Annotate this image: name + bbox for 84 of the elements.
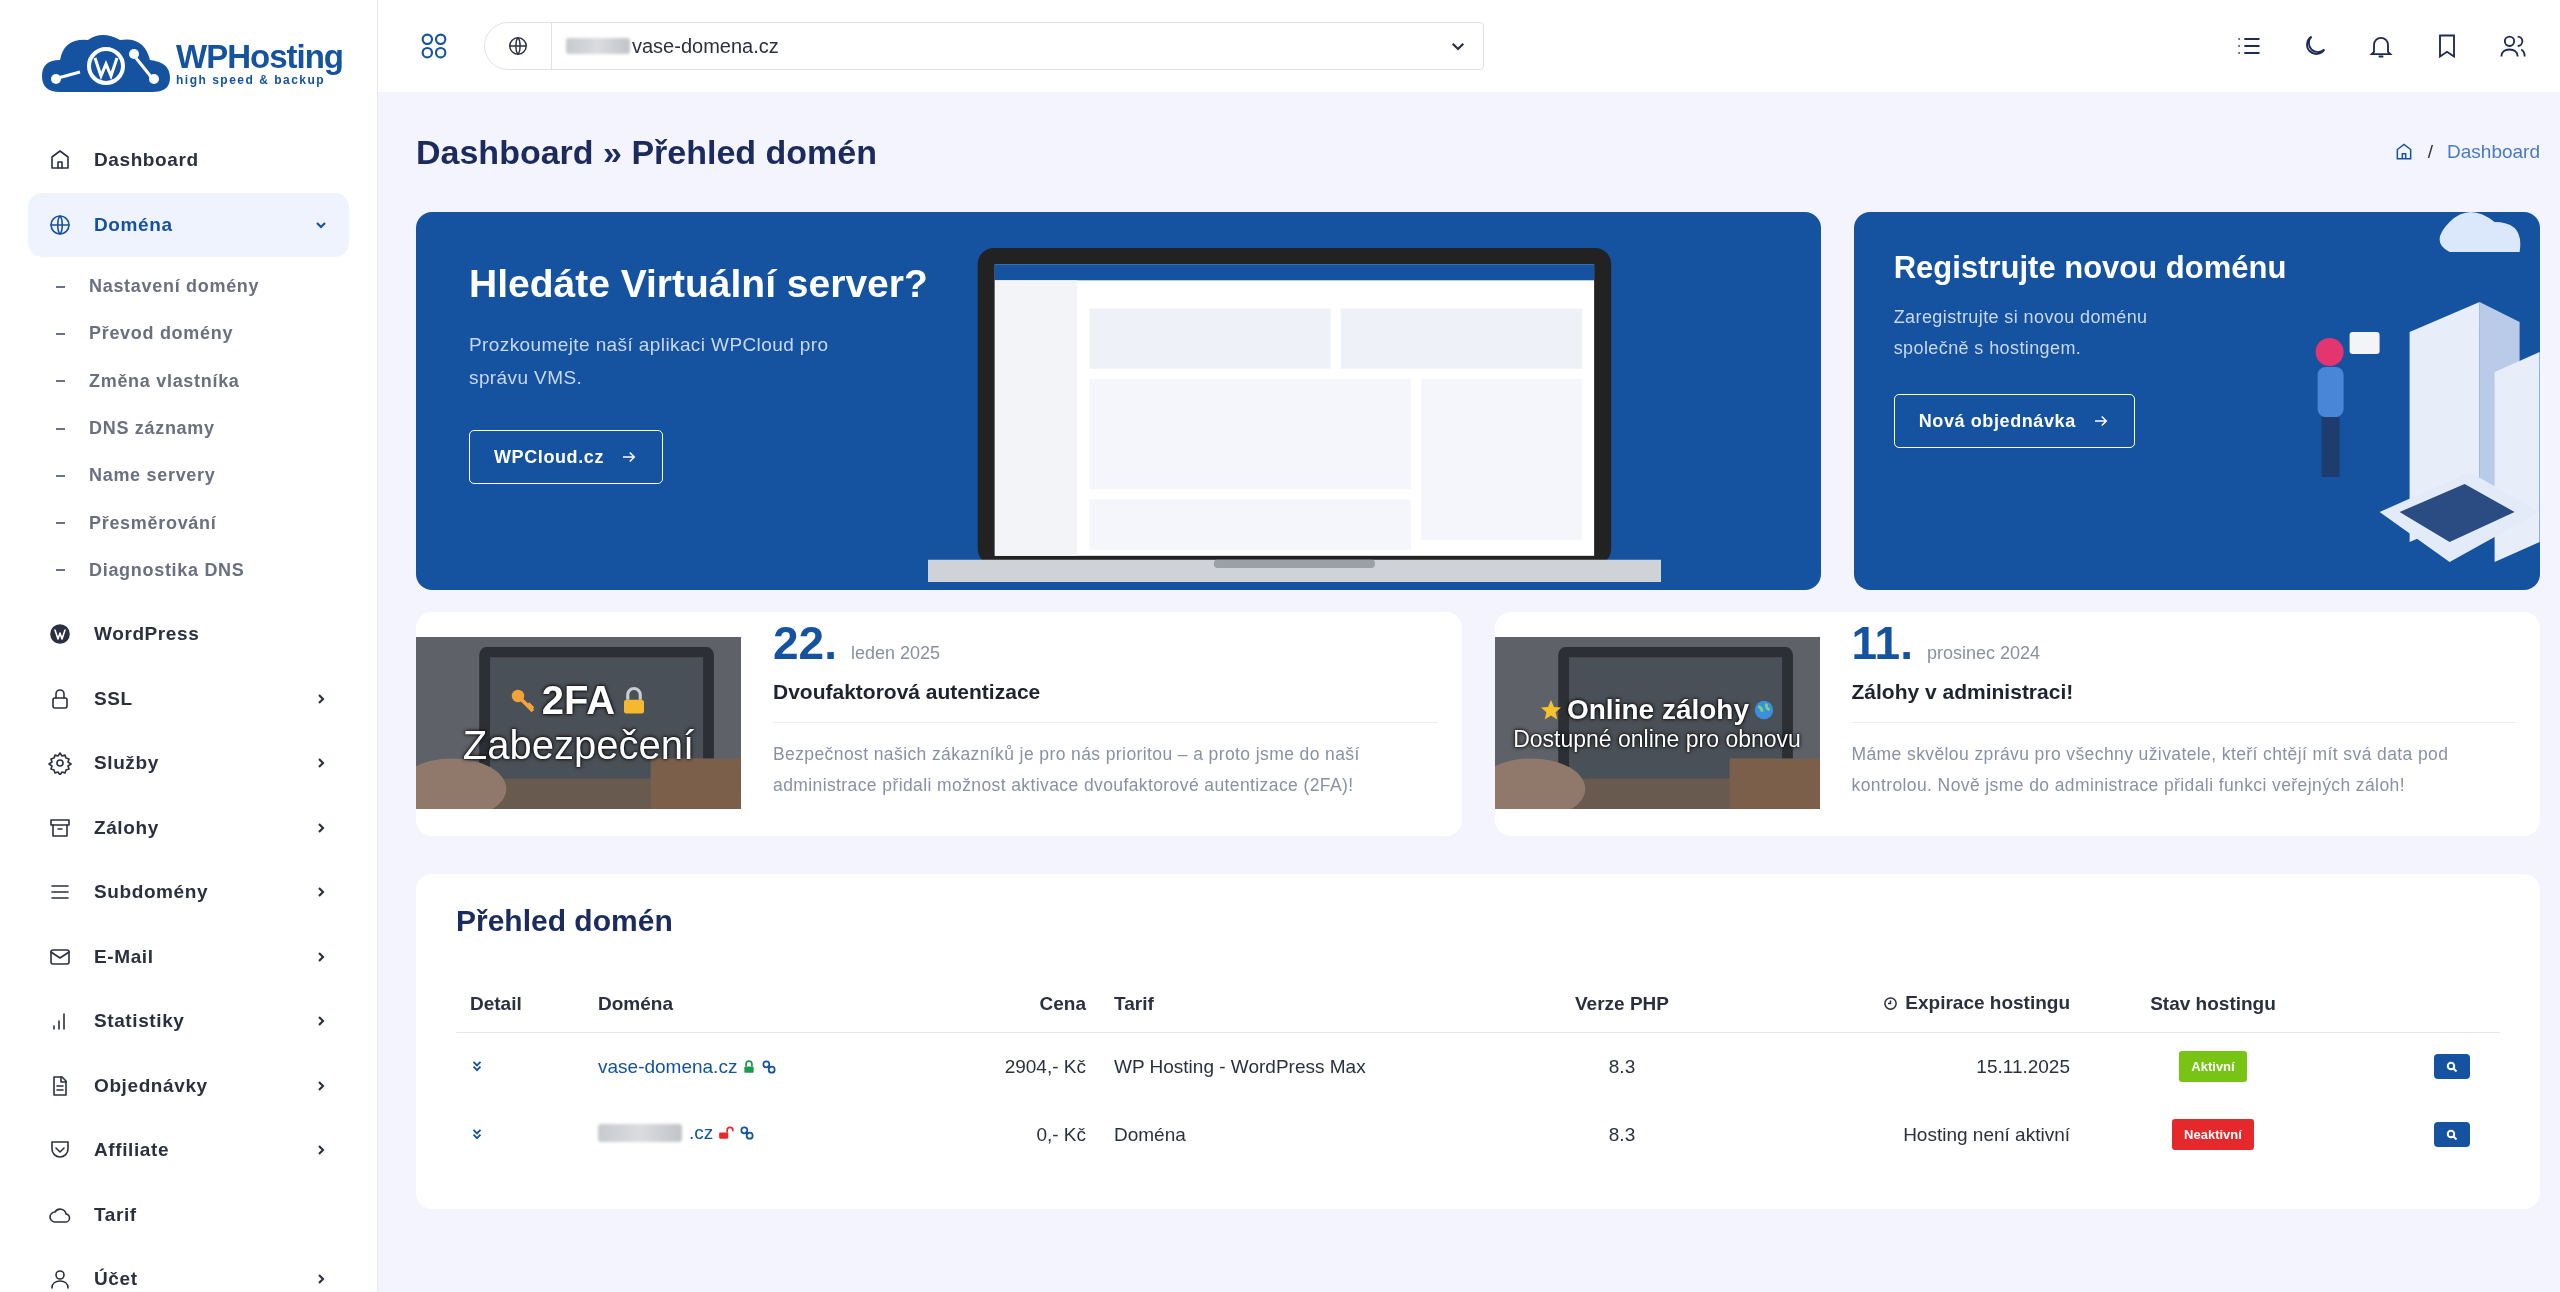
logo-name: WPHosting (176, 39, 343, 73)
gear-icon (48, 751, 72, 776)
sidebar-item[interactable]: Účet (28, 1247, 349, 1292)
news-date: prosinec 2024 (1926, 643, 2040, 664)
search-button[interactable] (2434, 1122, 2470, 1147)
dash-icon (56, 522, 65, 525)
sidebar-item[interactable]: Zálohy (28, 795, 349, 861)
search-icon (2446, 1060, 2458, 1073)
clock-icon (1883, 995, 1899, 1011)
sidebar-item[interactable]: Objednávky (28, 1053, 349, 1119)
submenu-item[interactable]: Změna vlastníka (56, 357, 349, 405)
status-badge: Aktivní (2179, 1051, 2247, 1082)
table-cell: 2904,- Kč (1004, 1055, 1086, 1077)
search-icon (2446, 1128, 2458, 1141)
sidebar-item[interactable]: E-Mail (28, 924, 349, 990)
wordpress-icon (48, 622, 72, 647)
news-text: Máme skvělou zprávu pro všechny uživatele, kteří chtějí mít svá data pod kontrolou. Nově jsme do administrace přidali funkci veřejných záloh! (1851, 743, 2450, 797)
breadcrumb-link[interactable]: Dashboard (2447, 141, 2540, 163)
sidebar-item[interactable]: Dashboard (28, 128, 349, 193)
dash-icon (56, 380, 65, 383)
user-icon (48, 1267, 72, 1292)
news-text: Bezpečnost našich zákazníků je pro nás prioritou – a proto jsme do naší administrace přidali možnost aktivace dvoufaktorové autentizace (2FA)! (773, 743, 1361, 797)
dash-icon (56, 427, 65, 430)
submenu-item[interactable]: Diagnostika DNS (56, 546, 349, 595)
table-cell: Doména (1114, 1123, 1186, 1145)
dash-icon (56, 569, 65, 572)
banner-text: Prozkoumejte naší aplikaci WPCloud pro správu VMS. (469, 333, 830, 390)
banner-title: Registrujte novou doménu (1893, 250, 2287, 286)
search-button[interactable] (2434, 1054, 2470, 1079)
news-day: 11. (1851, 616, 1913, 670)
column-header: Doména (598, 992, 673, 1015)
banner-title: Hledáte Virtuální server? (469, 262, 928, 306)
dash-icon (56, 332, 65, 335)
sidebar-item[interactable]: Služby (28, 731, 349, 796)
column-header: Tarif (1114, 992, 1154, 1015)
sidebar-item[interactable]: WordPress (28, 602, 349, 667)
dash-icon (56, 474, 65, 477)
status-badge: Neaktivní (2172, 1119, 2254, 1150)
sidebar-item[interactable]: Subdomény (28, 860, 349, 925)
sidebar-item[interactable]: Statistiky (28, 989, 349, 1054)
table-cell: 8.3 (1608, 1055, 1636, 1077)
submenu-item[interactable]: Přesměrování (56, 499, 349, 547)
logo-cloud-icon (40, 32, 172, 94)
news-day: 22. (773, 616, 837, 670)
globe-icon (1753, 698, 1775, 721)
sidebar-item[interactable]: Affiliate (28, 1118, 349, 1183)
globe-icon (507, 35, 529, 57)
globe-icon (48, 212, 72, 237)
logo-tagline: high speed & backup (176, 72, 326, 87)
column-header: Cena (1039, 992, 1086, 1015)
image-caption: Online zálohy (1567, 693, 1749, 726)
domain-link[interactable]: .cz (689, 1122, 714, 1144)
column-header: Detail (470, 992, 522, 1015)
table-cell: 8.3 (1608, 1123, 1636, 1145)
column-header: Verze PHP (1575, 992, 1669, 1015)
dash-icon (56, 285, 65, 288)
table-cell: WP Hosting - WordPress Max (1114, 1055, 1366, 1077)
table-cell: 0,- Kč (1036, 1123, 1086, 1145)
image-caption: 2FA (541, 678, 616, 723)
news-title[interactable]: Dvoufaktorová autentizace (773, 670, 1438, 723)
news-date: leden 2025 (850, 643, 941, 664)
column-header: Expirace hostingu (1883, 992, 2070, 1014)
image-caption: Zabezpečení (462, 723, 695, 768)
table-cell: 15.11.2025 (1976, 1055, 2070, 1077)
sidebar-item[interactable]: SSL (28, 666, 349, 732)
new-order-button[interactable]: Nová objednávka (1893, 394, 2135, 448)
sidebar-item[interactable]: Tarif (28, 1182, 349, 1248)
column-header: Stav hostingu (2150, 992, 2276, 1015)
page-title: Dashboard » Přehled domén (416, 132, 877, 172)
sidebar-item[interactable]: Doména (28, 192, 349, 257)
card-title: Přehled domén (456, 904, 674, 938)
wpcloud-button[interactable]: WPCloud.cz (469, 430, 663, 484)
domain-link[interactable]: vase-domena.cz (598, 1055, 738, 1078)
submenu-item[interactable]: DNS záznamy (56, 404, 349, 453)
breadcrumb-separator: / (2427, 141, 2434, 163)
banner-text: Zaregistrujte si novou doménu společně s hostingem. (1893, 306, 2149, 360)
link-icon[interactable] (739, 1125, 756, 1141)
image-caption: Dostupné online pro obnovu (1513, 725, 1801, 753)
link-icon[interactable] (761, 1058, 778, 1075)
news-title[interactable]: Zálohy v administraci! (1851, 670, 2516, 723)
table-cell: Hosting není aktivní (1903, 1123, 2070, 1145)
submenu-item[interactable]: Nastavení domény (56, 263, 349, 311)
submenu-item[interactable]: Převod domény (56, 310, 349, 358)
submenu-item[interactable]: Name servery (56, 452, 349, 500)
